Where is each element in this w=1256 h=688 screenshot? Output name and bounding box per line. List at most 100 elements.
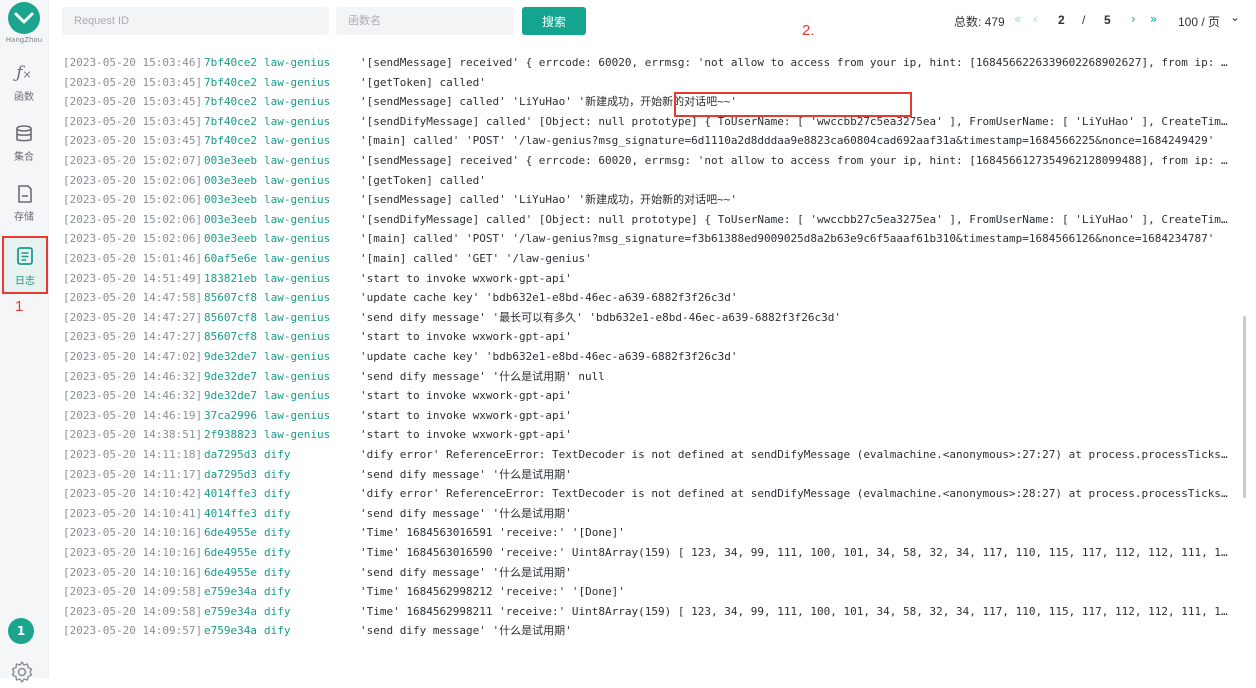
search-button[interactable]: 搜索 (522, 7, 586, 35)
log-row[interactable]: [2023-05-20 15:03:45] 7bf40ce2 law-genius '… (63, 73, 1233, 92)
sidebar-item-storage[interactable]: 存储 (0, 184, 48, 226)
log-message: 'send dify message' '最长可以有多久' 'bdb632e1-… (360, 310, 841, 324)
log-request-id: 003e3eeb (204, 232, 257, 246)
log-row[interactable]: [2023-05-20 14:51:49] 183821eb law-genius '… (63, 269, 1233, 288)
log-request-id: e759e34a (204, 624, 257, 638)
log-request-id: e759e34a (204, 585, 257, 599)
log-timestamp: [2023-05-20 14:51:49] (63, 271, 203, 285)
log-row[interactable]: [2023-05-20 14:10:41] 4014ffe3 dify 'send d… (63, 504, 1233, 523)
log-function-name: law-genius (264, 56, 331, 69)
log-row[interactable]: [2023-05-20 15:03:45] 7bf40ce2 law-genius '… (63, 131, 1233, 150)
log-request-id: 7bf40ce2 (204, 134, 257, 148)
log-row[interactable]: [2023-05-20 15:02:06] 003e3eeb law-genius '… (63, 171, 1233, 190)
log-request-id: 85607cf8 (204, 291, 257, 305)
log-message: 'Time' 1684562998211 'receive:' Uint8Arr… (360, 604, 1230, 618)
log-row[interactable]: [2023-05-20 14:09:57] e759e34a dify 'send d… (63, 621, 1233, 640)
log-function-name: law-genius (264, 193, 331, 207)
log-message: 'Time' 1684563016591 'receive:' '[Done]' (360, 526, 625, 540)
gear-icon[interactable] (10, 660, 34, 688)
log-timestamp: [2023-05-20 14:09:57] (63, 624, 203, 638)
sidebar-item-logs[interactable]: 日志 (2, 236, 48, 294)
log-function-name: dify (264, 585, 291, 599)
log-message: 'Time' 1684562998212 'receive:' '[Done]' (360, 585, 625, 599)
log-timestamp: [2023-05-20 15:03:45] (63, 134, 203, 148)
scrollbar[interactable] (1243, 316, 1246, 498)
function-icon: ƒ× (16, 63, 32, 83)
chevron-down-icon[interactable]: ⌄ (1230, 10, 1240, 24)
log-row[interactable]: [2023-05-20 14:09:58] e759e34a dify 'Time' … (63, 582, 1233, 601)
function-name-input[interactable] (336, 7, 514, 35)
log-list: [2023-05-20 14:09:57] e759e34a dify'send d… (48, 44, 1234, 650)
log-timestamp: [2023-05-20 14:47:58] (63, 291, 203, 305)
log-timestamp: [2023-05-20 14:47:27] (63, 330, 203, 344)
log-timestamp: [2023-05-20 14:10:16] (63, 546, 203, 559)
log-row[interactable]: [2023-05-20 14:46:19] 37ca2996 law-genius '… (63, 406, 1233, 425)
first-page-icon[interactable]: « (1014, 12, 1021, 26)
log-row[interactable]: [2023-05-20 15:03:45] 7bf40ce2 law-genius '… (63, 112, 1233, 131)
sidebar: HangZhou ƒ× 函数 集合 存储 日志 1 1 (0, 0, 49, 683)
log-row[interactable]: [2023-05-20 15:03:45] 7bf40ce2 law-genius '… (63, 92, 1233, 111)
log-message: 'send dify message' '什么是试用期' null (360, 369, 605, 383)
request-id-input[interactable] (62, 7, 329, 35)
page-separator: / (1082, 13, 1086, 27)
log-row[interactable]: [2023-05-20 15:01:46] 60af5e6e law-genius '… (63, 249, 1233, 268)
log-row[interactable]: [2023-05-20 14:10:16] 6de4955e dify 'send d… (63, 563, 1233, 582)
log-row[interactable]: [2023-05-20 14:11:18] da7295d3 dify 'dify e… (63, 445, 1233, 464)
log-row[interactable]: [2023-05-20 14:38:51] 2f938823 law-genius '… (63, 425, 1233, 444)
log-row[interactable]: [2023-05-20 14:47:27] 85607cf8 law-genius '… (63, 327, 1233, 346)
log-row[interactable]: [2023-05-20 14:47:58] 85607cf8 law-genius '… (63, 288, 1233, 307)
log-function-name: dify (264, 624, 291, 638)
log-row[interactable]: [2023-05-20 14:46:32] 9de32de7 law-genius '… (63, 367, 1233, 386)
highlight-box (674, 92, 912, 117)
current-page[interactable]: 2 (1058, 13, 1065, 27)
total-count: 总数: 479 (954, 15, 1005, 29)
log-row[interactable]: [2023-05-20 15:02:06] 003e3eeb law-genius '… (63, 190, 1233, 209)
log-row[interactable]: [2023-05-20 15:02:06] 003e3eeb law-genius '… (63, 210, 1233, 229)
log-request-id: 4014ffe3 (204, 506, 257, 520)
log-row[interactable]: [2023-05-20 15:02:07] 003e3eeb law-genius '… (63, 151, 1233, 170)
log-row[interactable]: [2023-05-20 14:11:17] da7295d3 dify 'send d… (63, 465, 1233, 484)
next-page-icon[interactable]: › (1131, 12, 1136, 26)
last-page-icon[interactable]: » (1150, 12, 1157, 26)
log-message: 'start to invoke wxwork-gpt-api' (360, 428, 572, 442)
log-row[interactable]: [2023-05-20 14:47:02] 9de32de7 law-genius '… (63, 347, 1233, 366)
sidebar-item-collections[interactable]: 集合 (0, 124, 48, 166)
log-row[interactable]: [2023-05-20 14:09:58] e759e34a dify 'Time' … (63, 602, 1233, 621)
log-timestamp: [2023-05-20 15:01:46] (63, 252, 203, 265)
log-function-name: law-genius (264, 134, 331, 148)
log-row[interactable]: [2023-05-20 14:46:32] 9de32de7 law-genius '… (63, 386, 1233, 405)
sidebar-item-functions[interactable]: ƒ× 函数 (0, 62, 48, 104)
log-timestamp: [2023-05-20 14:46:32] (63, 389, 203, 403)
prev-page-icon[interactable]: ‹ (1033, 12, 1038, 26)
log-message: 'send dify message' '什么是试用期' (360, 565, 572, 579)
log-timestamp: [2023-05-20 15:03:46] (63, 56, 203, 69)
sidebar-item-label: 存储 (14, 212, 34, 223)
log-timestamp: [2023-05-20 14:47:27] (63, 310, 203, 324)
sidebar-item-label: 集合 (14, 152, 34, 163)
log-function-name: law-genius (264, 252, 331, 265)
log-request-id: 183821eb (204, 271, 257, 285)
log-request-id: 9de32de7 (204, 350, 257, 363)
log-message: 'send dify message' '什么是试用期' (360, 624, 572, 638)
app-logo (8, 2, 40, 34)
log-message: '[sendMessage] called' 'LiYuHao' '新建成功，开… (360, 193, 738, 207)
log-request-id: 9de32de7 (204, 369, 257, 383)
log-function-name: dify (264, 487, 291, 501)
log-timestamp: [2023-05-20 14:46:19] (63, 408, 203, 422)
log-function-name: law-genius (264, 330, 331, 344)
log-request-id: da7295d3 (204, 448, 257, 461)
log-message: '[main] called' 'POST' '/law-genius?msg_… (360, 134, 1215, 148)
log-timestamp: [2023-05-20 14:10:41] (63, 506, 203, 520)
log-row[interactable]: [2023-05-20 14:10:16] 6de4955e dify 'Time' … (63, 523, 1233, 542)
log-timestamp: [2023-05-20 15:02:06] (63, 212, 203, 226)
log-row[interactable]: [2023-05-20 14:47:27] 85607cf8 law-genius '… (63, 308, 1233, 327)
page-size-select[interactable]: 100 / 页 (1178, 13, 1220, 30)
log-function-name: law-genius (264, 369, 331, 383)
log-request-id: 6de4955e (204, 526, 257, 540)
log-row[interactable]: [2023-05-20 15:03:46] 7bf40ce2 law-genius '… (63, 53, 1233, 72)
log-row[interactable]: [2023-05-20 14:10:42] 4014ffe3 dify 'dify e… (63, 484, 1233, 503)
log-row[interactable]: [2023-05-20 15:02:06] 003e3eeb law-genius '… (63, 229, 1233, 248)
log-timestamp: [2023-05-20 14:10:16] (63, 526, 203, 540)
log-row[interactable]: [2023-05-20 14:10:16] 6de4955e dify 'Time' … (63, 543, 1233, 562)
user-avatar[interactable]: 1 (8, 618, 34, 644)
